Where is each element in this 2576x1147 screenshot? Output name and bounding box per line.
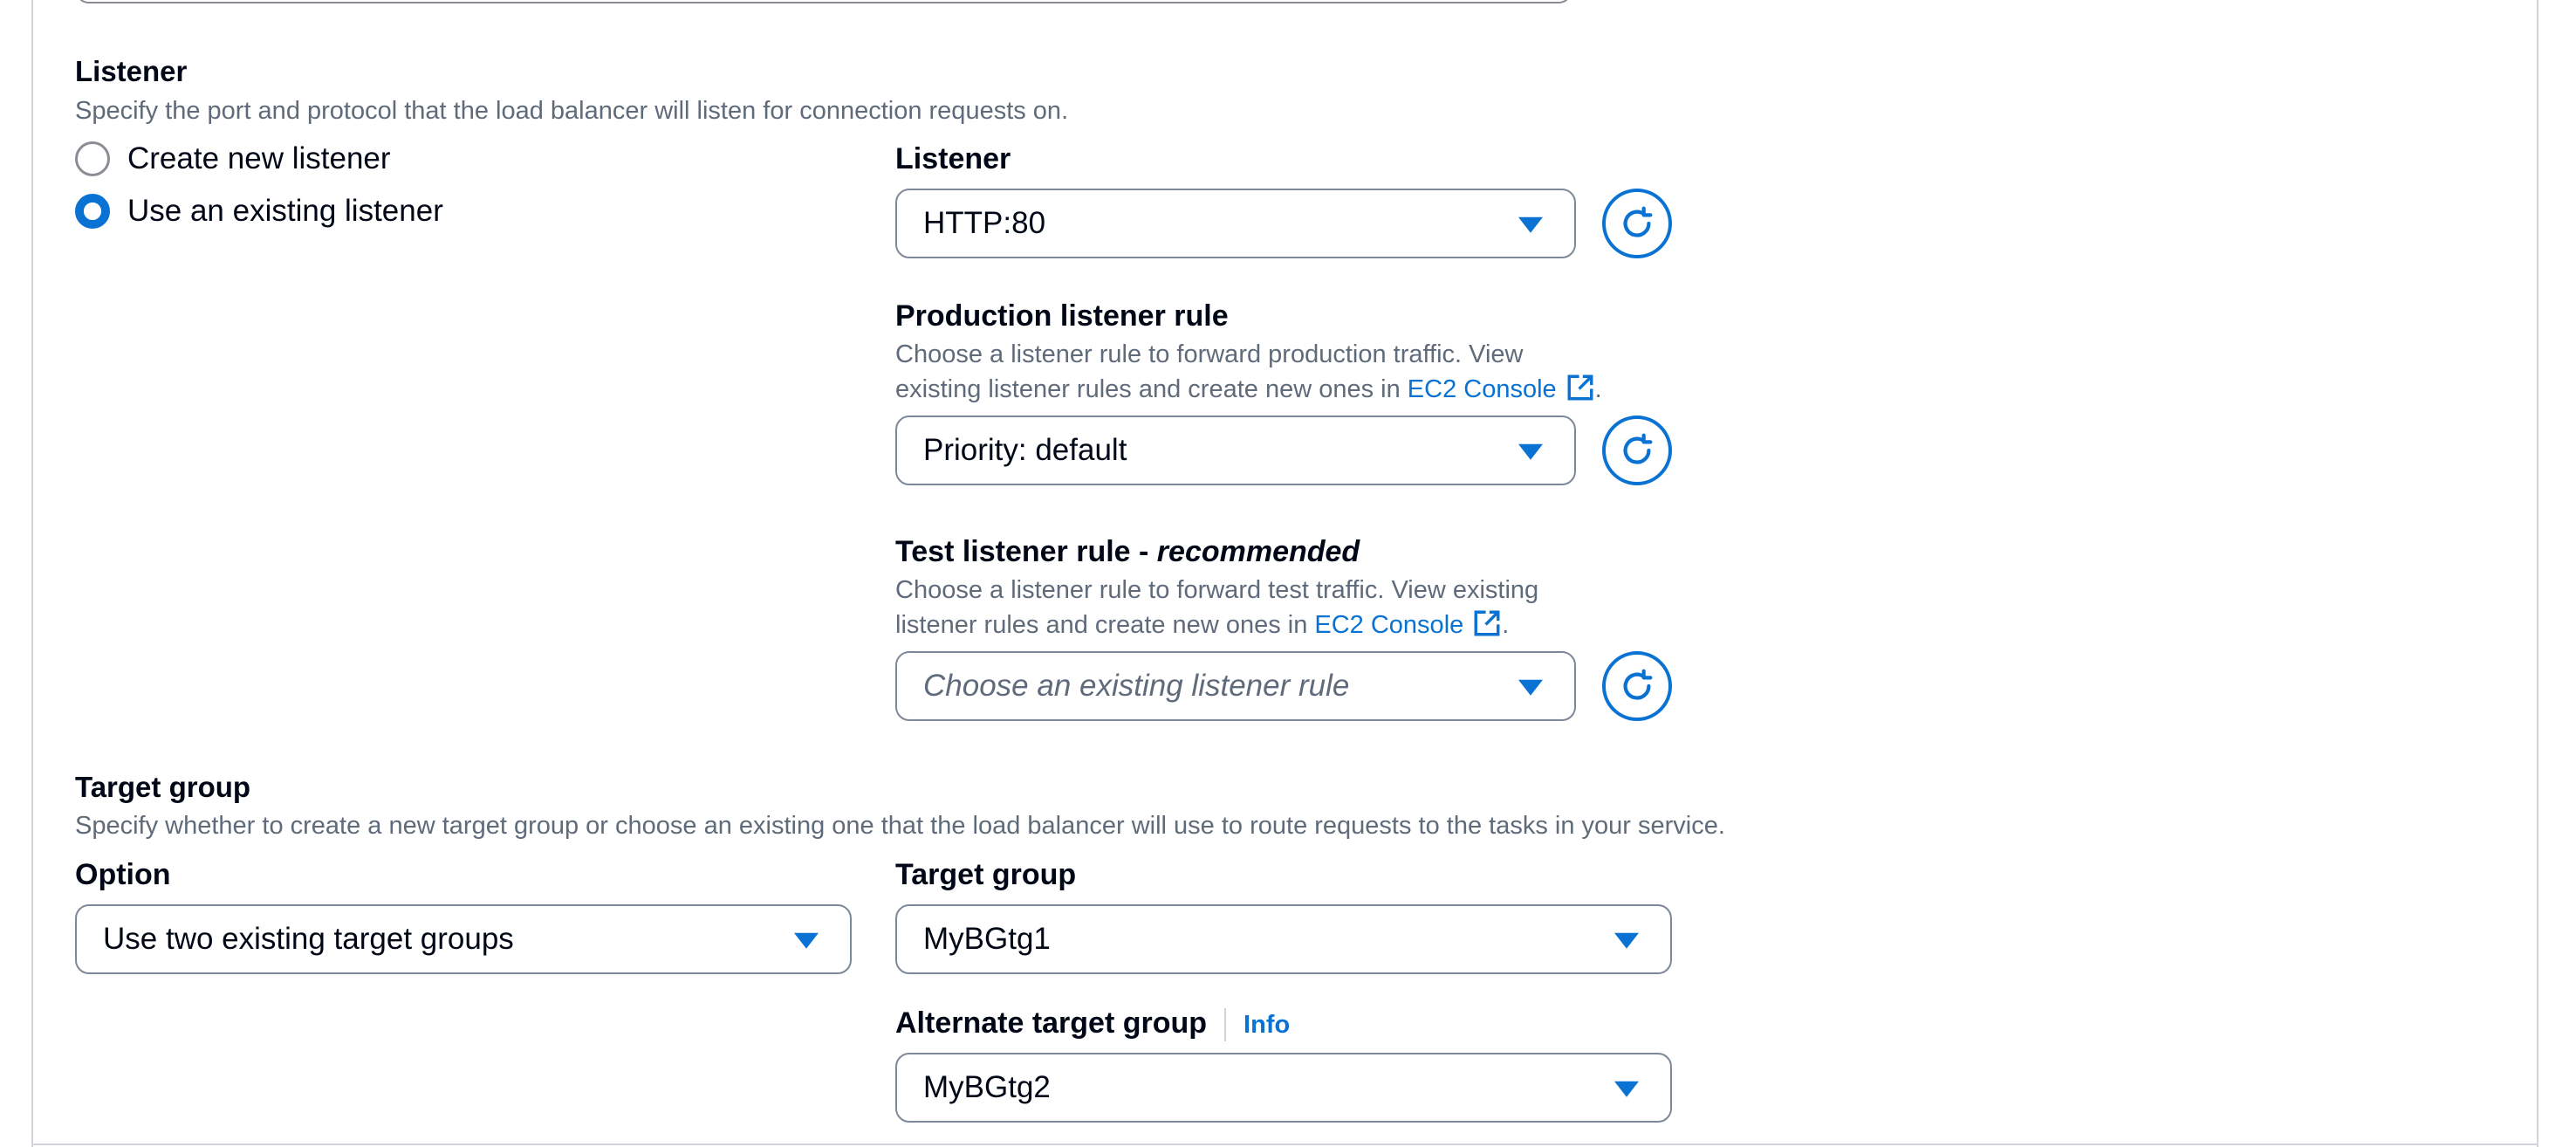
test-rule-description-line1: Choose a listener rule to forward test t… bbox=[895, 576, 1539, 604]
caret-down-icon bbox=[1614, 932, 1639, 949]
alternate-target-group-label: Alternate target group bbox=[895, 1006, 1208, 1040]
refresh-icon bbox=[1623, 669, 1653, 700]
radio-use-existing-listener[interactable]: Use an existing listener bbox=[75, 194, 443, 229]
listener-section-description: Specify the port and protocol that the l… bbox=[75, 97, 1069, 125]
ec2-console-link[interactable]: EC2 Console bbox=[1314, 611, 1463, 639]
panel-border bbox=[31, 1144, 2538, 1145]
target-group-label: Target group bbox=[895, 858, 1077, 891]
previous-field-bottom bbox=[75, 0, 1572, 3]
target-group-value: MyBGtg1 bbox=[923, 922, 1051, 956]
refresh-icon bbox=[1623, 433, 1653, 464]
target-group-select[interactable]: MyBGtg1 bbox=[895, 904, 1672, 974]
listener-select-value: HTTP:80 bbox=[923, 206, 1046, 240]
radio-button[interactable] bbox=[75, 194, 110, 229]
test-rule-placeholder: Choose an existing listener rule bbox=[923, 669, 1350, 703]
production-rule-label: Production listener rule bbox=[895, 299, 1229, 333]
listener-select[interactable]: HTTP:80 bbox=[895, 189, 1576, 258]
refresh-production-rule-button[interactable] bbox=[1602, 416, 1672, 485]
period: . bbox=[1502, 611, 1510, 639]
radio-button[interactable] bbox=[75, 141, 110, 176]
option-label: Option bbox=[75, 858, 171, 891]
refresh-listener-button[interactable] bbox=[1602, 189, 1672, 258]
refresh-test-rule-button[interactable] bbox=[1602, 651, 1672, 721]
description-text: existing listener rules and create new o… bbox=[895, 375, 1401, 403]
option-select[interactable]: Use two existing target groups bbox=[75, 904, 852, 974]
external-link-icon[interactable] bbox=[1565, 373, 1595, 402]
listener-label: Listener bbox=[895, 142, 1011, 175]
production-rule-description-line1: Choose a listener rule to forward produc… bbox=[895, 340, 1524, 368]
listener-section-title: Listener bbox=[75, 55, 188, 87]
panel-border bbox=[31, 0, 33, 1147]
test-rule-label-text: Test listener rule - bbox=[895, 535, 1157, 568]
caret-down-icon bbox=[1518, 679, 1543, 696]
divider bbox=[1224, 1008, 1227, 1042]
description-text: listener rules and create new ones in bbox=[895, 611, 1308, 639]
caret-down-icon bbox=[1614, 1081, 1639, 1097]
test-rule-description-line2: listener rules and create new ones in EC… bbox=[895, 608, 1509, 642]
target-group-section-description: Specify whether to create a new target g… bbox=[75, 812, 1725, 840]
production-rule-value: Priority: default bbox=[923, 433, 1127, 467]
test-rule-select[interactable]: Choose an existing listener rule bbox=[895, 651, 1576, 721]
info-link[interactable]: Info bbox=[1243, 1011, 1290, 1039]
caret-down-icon bbox=[794, 932, 819, 949]
caret-down-icon bbox=[1518, 443, 1543, 460]
refresh-icon bbox=[1623, 206, 1653, 237]
test-rule-label-recommended: recommended bbox=[1156, 535, 1360, 568]
radio-label: Create new listener bbox=[127, 141, 391, 175]
production-rule-select[interactable]: Priority: default bbox=[895, 416, 1576, 485]
alternate-target-group-select[interactable]: MyBGtg2 bbox=[895, 1053, 1672, 1123]
panel-border bbox=[2537, 0, 2538, 1147]
external-link-icon[interactable] bbox=[1472, 608, 1502, 638]
alternate-target-group-value: MyBGtg2 bbox=[923, 1070, 1051, 1104]
option-value: Use two existing target groups bbox=[103, 922, 514, 956]
alternate-target-group-label-row: Alternate target group Info bbox=[895, 1006, 1290, 1042]
target-group-section-title: Target group bbox=[75, 771, 251, 803]
ec2-console-link[interactable]: EC2 Console bbox=[1408, 375, 1557, 403]
test-rule-label: Test listener rule - recommended bbox=[895, 534, 1360, 569]
period: . bbox=[1594, 375, 1602, 403]
radio-create-new-listener[interactable]: Create new listener bbox=[75, 141, 391, 176]
radio-label: Use an existing listener bbox=[127, 194, 443, 228]
caret-down-icon bbox=[1518, 216, 1543, 233]
production-rule-description-line2: existing listener rules and create new o… bbox=[895, 372, 1602, 407]
